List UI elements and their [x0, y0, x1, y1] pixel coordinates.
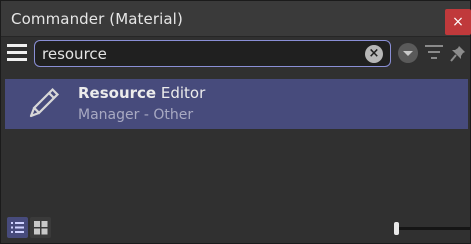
result-subtitle: Manager - Other — [78, 107, 194, 123]
zoom-slider-track[interactable] — [394, 227, 470, 230]
results-list: Resource Editor Manager - Other — [5, 79, 468, 129]
list-item[interactable]: Resource Editor Manager - Other — [5, 79, 468, 129]
pin-icon[interactable] — [450, 43, 468, 63]
dropdown-arrow-icon[interactable] — [398, 43, 418, 63]
search-toolbar: × — [1, 37, 470, 69]
grid-view-icon — [34, 221, 48, 235]
pencil-icon — [23, 84, 63, 124]
close-button[interactable]: × — [445, 9, 471, 35]
zoom-slider[interactable] — [389, 219, 470, 237]
result-title-rest: Editor — [156, 84, 206, 102]
grid-view-button[interactable] — [30, 217, 51, 238]
list-view-icon — [11, 222, 24, 233]
search-input[interactable] — [42, 44, 362, 64]
filter-icon[interactable] — [424, 45, 444, 61]
search-box[interactable]: × — [34, 40, 391, 67]
clear-search-icon[interactable]: × — [365, 45, 383, 63]
title-bar[interactable]: Commander (Material) × — [1, 1, 471, 37]
result-title-match: Resource — [78, 84, 157, 102]
hamburger-menu-icon[interactable] — [7, 44, 27, 62]
commander-window: Commander (Material) × × — [0, 0, 471, 244]
window-title: Commander (Material) — [11, 10, 183, 28]
list-view-button[interactable] — [7, 217, 28, 238]
result-title: Resource Editor — [78, 84, 205, 102]
zoom-slider-thumb[interactable] — [394, 222, 400, 235]
